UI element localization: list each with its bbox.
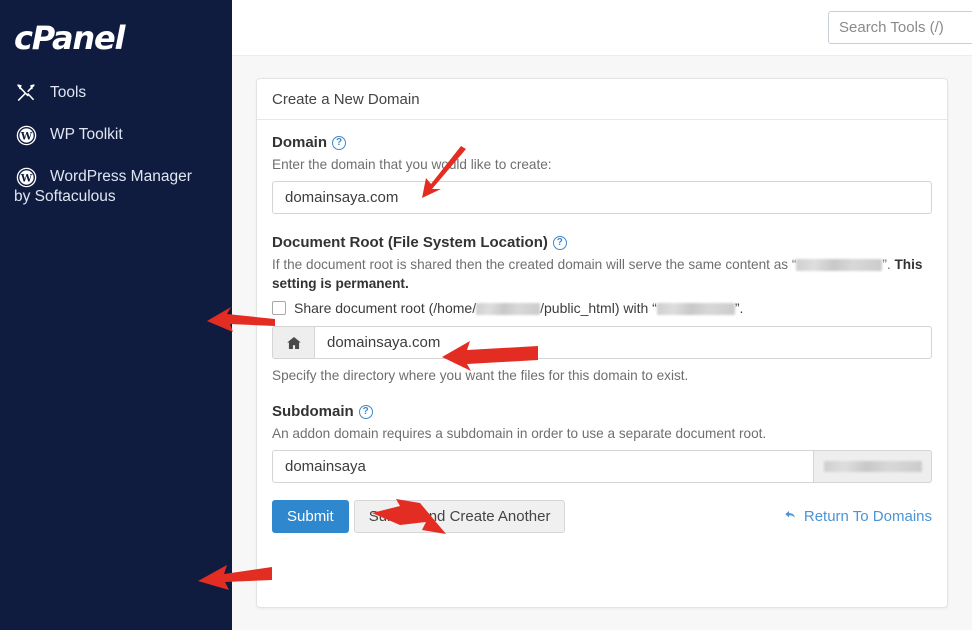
share-document-root-checkbox[interactable]: [272, 301, 286, 315]
document-root-input[interactable]: [314, 326, 932, 359]
document-root-label: Document Root (File System Location): [272, 234, 548, 251]
domain-input[interactable]: [272, 181, 932, 214]
cpanel-page: cPanel Tools W WP Toolkit W WordPress Ma…: [0, 0, 972, 630]
document-root-input-group: [272, 326, 932, 359]
submit-and-create-another-button[interactable]: Submit And Create Another: [353, 500, 566, 533]
subdomain-help-text: An addon domain requires a subdomain in …: [272, 426, 767, 441]
help-prefix: If the document root is shared then the …: [272, 257, 797, 272]
search-input[interactable]: [828, 11, 972, 44]
sidebar-nav: Tools W WP Toolkit W WordPress Manager b…: [0, 82, 232, 207]
svg-text:W: W: [19, 131, 32, 142]
redacted-username: [476, 303, 541, 315]
return-to-domains-label: Return To Domains: [803, 508, 932, 525]
chk-part3: ”.: [734, 300, 744, 316]
card-body: Domain ? Enter the domain that you would…: [257, 120, 947, 533]
form-actions: Submit Submit And Create Another Return …: [272, 500, 932, 533]
subdomain-field-group: Subdomain ? An addon domain requires a s…: [272, 403, 932, 483]
document-root-label-row: Document Root (File System Location) ?: [272, 234, 932, 251]
subdomain-input-group: [272, 450, 932, 483]
sidebar-item-label-group: WordPress Manager by Softaculous: [14, 166, 192, 207]
document-root-field-group: Document Root (File System Location) ? I…: [272, 234, 932, 385]
redacted-domain-2: [656, 303, 735, 315]
help-icon[interactable]: ?: [332, 135, 347, 150]
wordpress-icon: W: [14, 166, 38, 188]
home-icon: [272, 326, 314, 359]
help-icon[interactable]: ?: [358, 404, 373, 419]
document-root-hint: Specify the directory where you want the…: [272, 368, 689, 383]
chk-part1: Share document root (/home/: [294, 300, 477, 316]
sidebar-item-wordpress-manager[interactable]: W WordPress Manager by Softaculous: [0, 166, 232, 207]
domain-field-group: Domain ? Enter the domain that you would…: [272, 134, 932, 214]
tools-icon: [14, 82, 38, 104]
sidebar-item-label: Tools: [50, 84, 87, 101]
domain-help-text: Enter the domain that you would like to …: [272, 157, 552, 172]
top-bar: [232, 0, 972, 56]
sidebar: cPanel Tools W WP Toolkit W WordPress Ma…: [0, 0, 232, 630]
subdomain-label: Subdomain: [272, 403, 354, 420]
help-mid: ”.: [882, 257, 895, 272]
redacted-suffix: [823, 461, 922, 472]
domain-label: Domain: [272, 134, 328, 151]
submit-button[interactable]: Submit: [272, 500, 349, 533]
reply-arrow-icon: [783, 508, 798, 526]
subdomain-suffix-addon: [814, 450, 932, 483]
chk-part2: /public_html) with “: [540, 300, 657, 316]
share-document-root-row[interactable]: Share document root (/home/ /public_html)…: [272, 300, 932, 316]
svg-text:W: W: [19, 173, 32, 184]
domain-label-row: Domain ?: [272, 134, 932, 151]
return-to-domains-link[interactable]: Return To Domains: [783, 508, 932, 526]
subdomain-label-row: Subdomain ?: [272, 403, 932, 420]
sidebar-item-tools[interactable]: Tools: [0, 82, 232, 104]
document-root-help-text: If the document root is shared then the …: [272, 255, 932, 293]
sidebar-item-label: WP Toolkit: [50, 126, 123, 143]
sidebar-item-wp-toolkit[interactable]: W WP Toolkit: [0, 124, 232, 146]
sidebar-item-sublabel: by Softaculous: [14, 188, 116, 205]
subdomain-input[interactable]: [272, 450, 814, 483]
cpanel-logo[interactable]: cPanel: [0, 0, 232, 54]
create-domain-card: Create a New Domain Domain ? Enter the d…: [256, 78, 948, 608]
share-document-root-label: Share document root (/home/ /public_html)…: [294, 300, 743, 316]
sidebar-item-label: WordPress Manager: [50, 168, 192, 185]
wordpress-icon: W: [14, 124, 38, 146]
help-icon[interactable]: ?: [552, 235, 567, 250]
card-title: Create a New Domain: [257, 79, 947, 120]
redacted-domain-1: [796, 259, 883, 271]
